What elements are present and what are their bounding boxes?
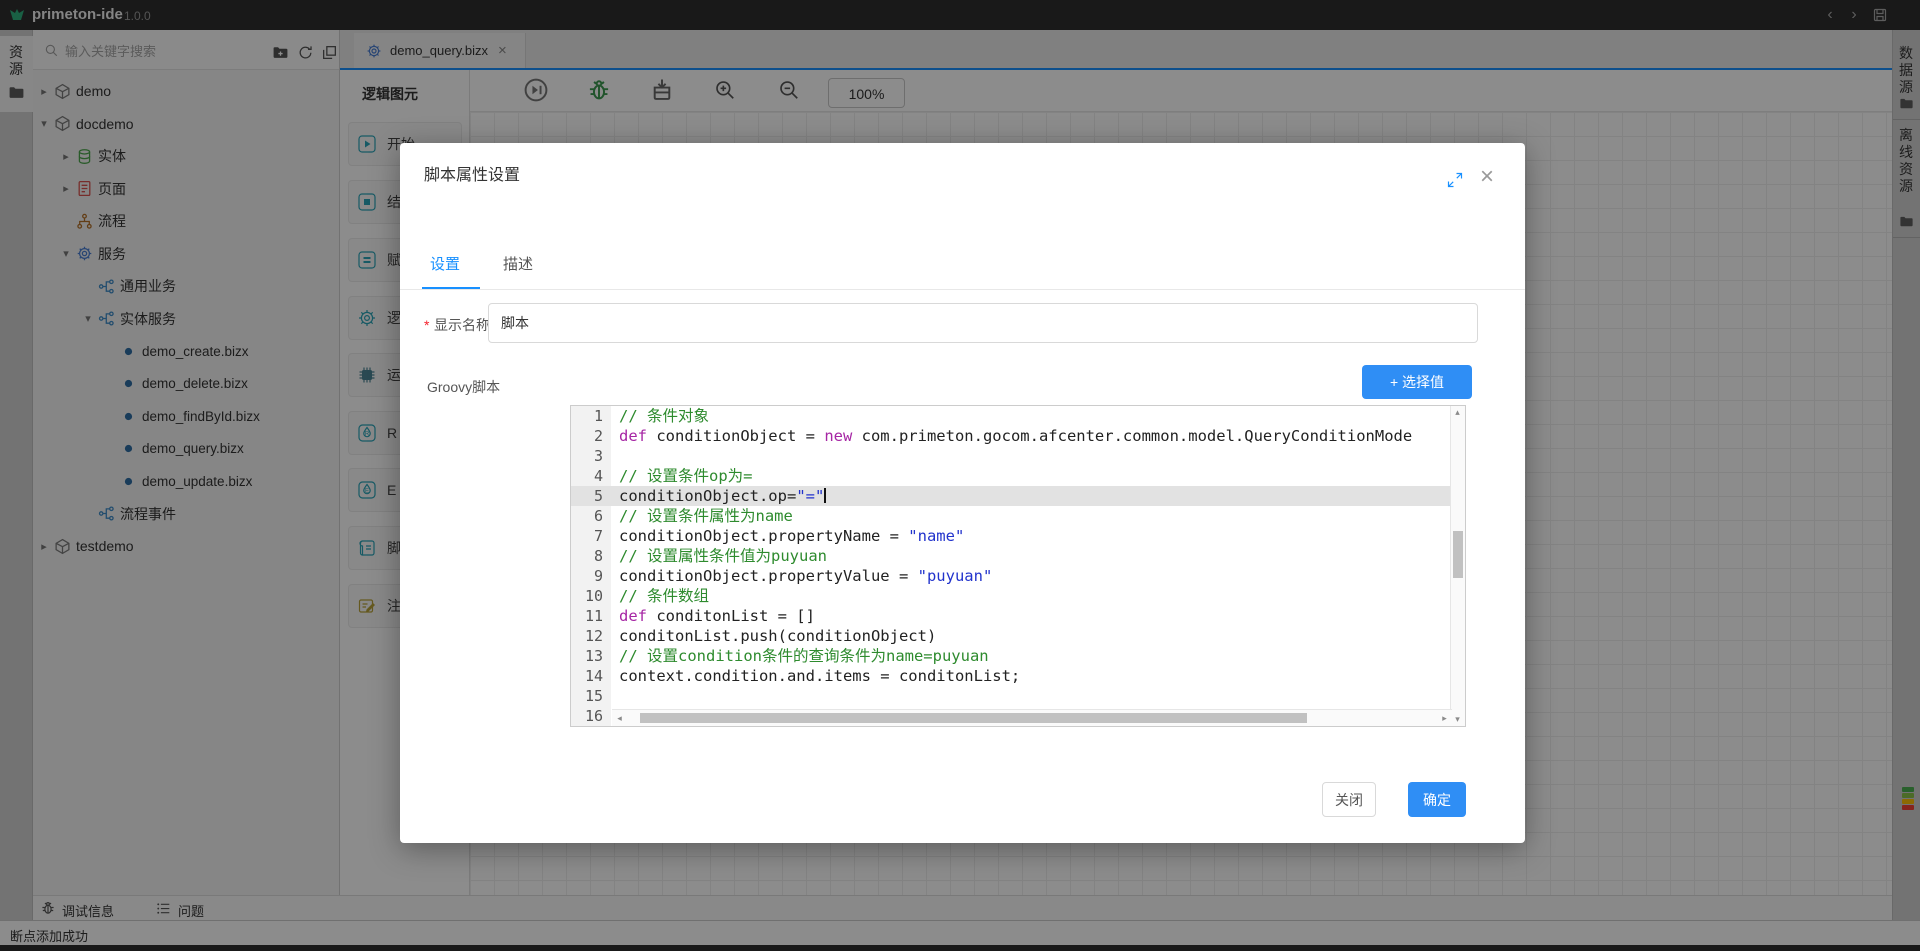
scroll-down-icon[interactable]: ▾: [1451, 714, 1464, 725]
horizontal-scrollbar[interactable]: ◂ ▸: [612, 709, 1452, 726]
scroll-right-icon[interactable]: ▸: [1438, 713, 1451, 724]
line-number: 4: [571, 466, 603, 486]
code-line-8[interactable]: 8 // 设置属性条件值为puyuan: [571, 546, 1450, 566]
scroll-up-icon[interactable]: ▴: [1451, 407, 1464, 418]
groovy-script-label: Groovy脚本: [427, 377, 500, 397]
groovy-code-editor[interactable]: 1 // 条件对象 2 def conditionObject = new com.p…: [570, 405, 1466, 727]
code-line-14[interactable]: 14 context.condition.and.items = conditon…: [571, 666, 1450, 686]
code-line-4[interactable]: 4 // 设置条件op为=: [571, 466, 1450, 486]
display-name-input[interactable]: [488, 303, 1478, 343]
select-value-button[interactable]: + 选择值: [1362, 365, 1472, 399]
close-button[interactable]: 关闭: [1322, 782, 1376, 817]
code-text: // 条件对象: [619, 406, 709, 426]
line-number: 8: [571, 546, 603, 566]
close-icon[interactable]: ×: [1480, 165, 1494, 189]
line-number: 3: [571, 446, 603, 466]
vertical-scrollbar[interactable]: ▴ ▾: [1450, 406, 1465, 726]
code-line-9[interactable]: 9 conditionObject.propertyValue = "puyuan…: [571, 566, 1450, 586]
required-mark: *: [424, 317, 429, 333]
tab-settings[interactable]: 设置: [430, 253, 460, 274]
line-number: 16: [571, 706, 603, 726]
line-number: 5: [571, 486, 603, 506]
line-number: 15: [571, 686, 603, 706]
line-number: 10: [571, 586, 603, 606]
line-number: 7: [571, 526, 603, 546]
code-line-10[interactable]: 10 // 条件数组: [571, 586, 1450, 606]
vertical-scroll-thumb[interactable]: [1453, 531, 1463, 578]
code-line-11[interactable]: 11 def conditonList = []: [571, 606, 1450, 626]
code-line-7[interactable]: 7 conditionObject.propertyName = "name": [571, 526, 1450, 546]
code-text: conditionObject.propertyName = "name": [619, 526, 964, 546]
code-text: def conditionObject = new com.primeton.g…: [619, 426, 1412, 446]
code-text: // 设置条件属性为name: [619, 506, 793, 526]
line-number: 14: [571, 666, 603, 686]
code-text: // 条件数组: [619, 586, 709, 606]
code-text: // 设置condition条件的查询条件为name=puyuan: [619, 646, 989, 666]
confirm-button[interactable]: 确定: [1408, 782, 1466, 817]
script-properties-dialog: 脚本属性设置 × 设置 描述 * 显示名称 Groovy脚本 + 选择值 1 //…: [400, 143, 1525, 843]
line-number: 1: [571, 406, 603, 426]
code-line-3[interactable]: 3: [571, 446, 1450, 466]
code-text: conditionObject.op="=": [619, 486, 826, 506]
horizontal-scroll-thumb[interactable]: [640, 713, 1307, 723]
scroll-left-icon[interactable]: ◂: [613, 713, 626, 724]
code-line-13[interactable]: 13 // 设置condition条件的查询条件为name=puyuan: [571, 646, 1450, 666]
line-number: 11: [571, 606, 603, 626]
dialog-title: 脚本属性设置: [424, 161, 520, 185]
code-lines: 1 // 条件对象 2 def conditionObject = new com.p…: [571, 406, 1450, 726]
tab-description[interactable]: 描述: [503, 253, 533, 274]
code-line-5[interactable]: 5 conditionObject.op="=": [571, 486, 1450, 506]
line-number: 6: [571, 506, 603, 526]
code-text: conditonList.push(conditionObject): [619, 626, 936, 646]
line-number: 2: [571, 426, 603, 446]
fullscreen-icon[interactable]: [1446, 171, 1464, 189]
code-text: def conditonList = []: [619, 606, 815, 626]
display-name-label: 显示名称: [434, 315, 490, 335]
code-text: // 设置属性条件值为puyuan: [619, 546, 827, 566]
code-line-2[interactable]: 2 def conditionObject = new com.primeton.…: [571, 426, 1450, 446]
code-line-1[interactable]: 1 // 条件对象: [571, 406, 1450, 426]
line-number: 9: [571, 566, 603, 586]
code-line-12[interactable]: 12 conditonList.push(conditionObject): [571, 626, 1450, 646]
line-number: 13: [571, 646, 603, 666]
code-text: context.condition.and.items = conditonLi…: [619, 666, 1020, 686]
code-line-6[interactable]: 6 // 设置条件属性为name: [571, 506, 1450, 526]
primeton-ide-window: primeton-ide 1.0.0 ‹ › 资源 ▸demo▾docdemo▸…: [0, 0, 1920, 951]
code-line-15[interactable]: 15: [571, 686, 1450, 706]
line-number: 12: [571, 626, 603, 646]
text-cursor: [824, 488, 826, 503]
tab-divider: [400, 289, 1525, 290]
code-text: conditionObject.propertyValue = "puyuan": [619, 566, 992, 586]
code-text: // 设置条件op为=: [619, 466, 753, 486]
